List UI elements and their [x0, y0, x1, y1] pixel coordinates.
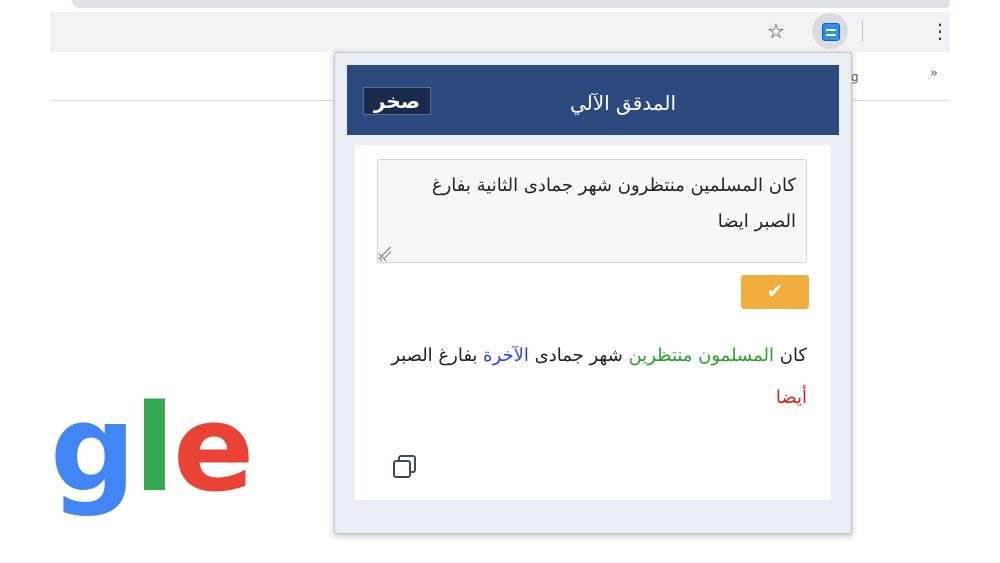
check-button[interactable]: ✔ [741, 275, 809, 309]
logo-letter-g: g [50, 380, 136, 519]
page-margin [950, 0, 1000, 563]
tab-strip [72, 0, 952, 8]
result-word: بفارغ الصبر [391, 345, 484, 366]
extension-icon [822, 23, 840, 41]
google-logo-fragment: gle [50, 390, 254, 520]
extension-button[interactable] [812, 13, 848, 49]
logo-letter-l: l [133, 380, 175, 519]
result-word-grammar[interactable]: المسلمون منتظرين [629, 345, 774, 366]
logo-letter-e: e [173, 380, 254, 519]
bookmark-fragment[interactable]: g [851, 70, 859, 84]
star-icon[interactable]: ☆ [764, 19, 788, 43]
result-word: شهر جمادى [528, 345, 629, 366]
copy-icon[interactable] [391, 453, 419, 481]
result-word-lexical[interactable]: الآخرة [483, 345, 529, 366]
bookmarks-overflow-icon[interactable]: » [930, 66, 938, 81]
popup-title: المدقق الآلي [569, 91, 677, 115]
text-input-area[interactable]: كان المسلمين منتظرون شهر جمادى الثانية ب… [377, 159, 807, 263]
resize-handle[interactable] [379, 247, 391, 259]
spellchecker-popup: صخر المدقق الآلي كان المسلمين منتظرون شه… [334, 52, 852, 534]
popup-body: كان المسلمين منتظرون شهر جمادى الثانية ب… [355, 145, 831, 500]
result-word-spelling[interactable]: أيضا [776, 387, 807, 408]
sakhr-logo: صخر [363, 87, 431, 115]
popup-header: صخر المدقق الآلي [347, 65, 839, 135]
result-word: كان [774, 345, 807, 366]
corrected-text: كان المسلمون منتظرين شهر جمادى الآخرة بف… [377, 335, 807, 419]
toolbar-separator [862, 20, 863, 42]
menu-icon[interactable]: ⋮ [930, 19, 950, 43]
